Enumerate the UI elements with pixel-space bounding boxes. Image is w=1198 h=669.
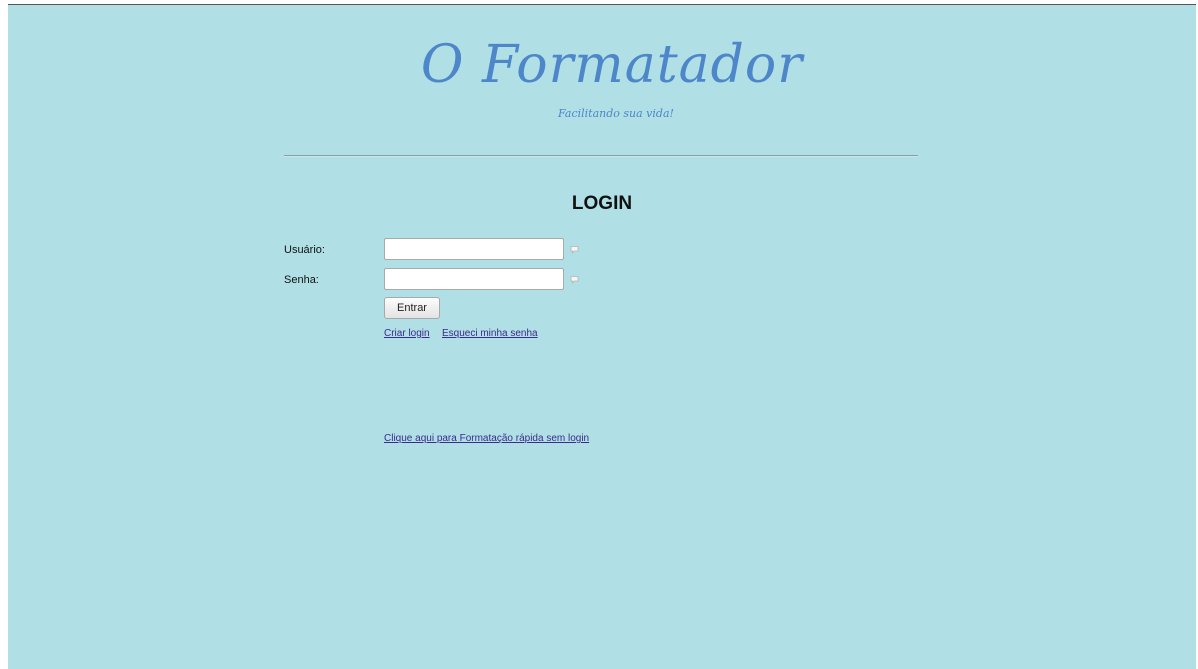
speech-bubble-icon [570, 276, 579, 284]
login-heading: LOGIN [571, 193, 633, 214]
forgot-password-link[interactable]: Esqueci minha senha [442, 328, 538, 339]
speech-bubble-icon [570, 246, 579, 254]
quick-format-link[interactable]: Clique aqui para Formatação rápida sem l… [384, 433, 589, 444]
logo: O Formatador [8, 35, 1196, 95]
login-submit-button[interactable]: Entrar [384, 297, 440, 319]
username-input[interactable] [384, 238, 564, 260]
page: O Formatador Facilitando sua vida! LOGIN… [8, 4, 1196, 669]
create-login-link[interactable]: Criar login [384, 328, 430, 339]
username-label: Usuário: [284, 244, 325, 256]
logo-tagline: Facilitando sua vida! [558, 107, 674, 120]
password-label: Senha: [284, 274, 319, 286]
logo-title: O Formatador [420, 35, 804, 95]
password-input[interactable] [384, 268, 564, 290]
header-divider [284, 155, 918, 157]
